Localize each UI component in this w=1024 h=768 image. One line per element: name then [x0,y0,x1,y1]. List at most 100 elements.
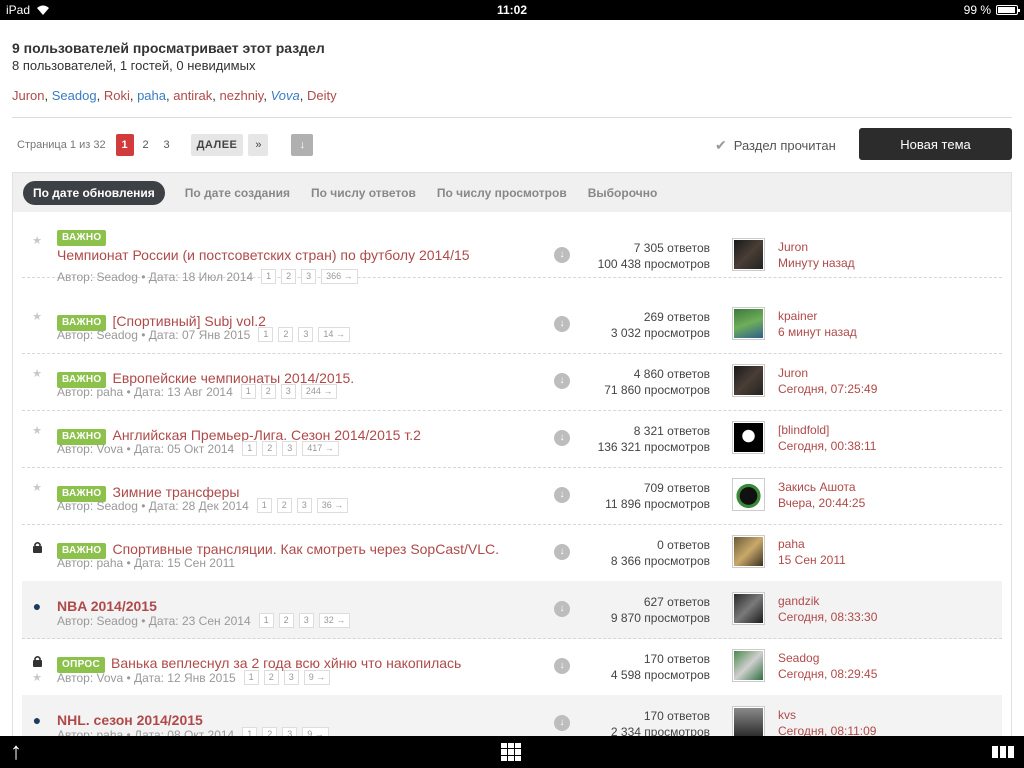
topic-page-link[interactable]: 1 [261,269,277,284]
last-post-time[interactable]: 6 минут назад [778,324,857,340]
page-button-2[interactable]: 2 [137,134,155,156]
avatar[interactable] [732,238,765,271]
topic-page-link[interactable]: 3 [298,613,314,628]
topic-page-link[interactable]: 1 [242,441,258,456]
jump-to-page-icon[interactable]: ↓ [291,134,314,156]
last-post-time[interactable]: Сегодня, 08:29:45 [778,666,877,682]
viewer-link[interactable]: Vova [271,88,300,103]
viewer-link[interactable]: Seadog [52,88,97,103]
topic-page-link[interactable]: 36 → [316,498,349,513]
avatar[interactable] [732,649,765,682]
jump-arrow-icon[interactable]: ↓ [554,247,570,263]
last-post-time[interactable]: Сегодня, 07:25:49 [778,381,877,397]
viewer-link[interactable]: Juron [12,88,45,103]
last-poster[interactable]: Seadog [778,650,877,666]
tab-sort-replies[interactable]: По числу ответов [311,186,416,200]
star-icon[interactable]: ★ [30,310,44,323]
jump-arrow-icon[interactable]: ↓ [554,373,570,389]
avatar[interactable] [732,535,765,568]
jump-arrow-icon[interactable]: ↓ [554,601,570,617]
topic-row[interactable]: ★ ВАЖНО [Спортивный] Subj vol.2 Автор: Se… [22,296,1002,354]
tabs-icon[interactable] [992,746,1014,758]
last-post-time[interactable]: Сегодня, 08:11:09 [778,723,876,736]
scroll-top-icon[interactable]: ↑ [10,738,22,766]
topic-row[interactable]: ● NBA 2014/2015 Автор: Seadog • Дата: 23… [22,581,1002,639]
topic-page-link[interactable]: 2 [262,727,278,736]
topic-page-link[interactable]: 1 [258,613,274,628]
topic-row[interactable]: ★ ВАЖНО Английская Премьер-Лига. Сезон 20… [22,410,1002,468]
topic-page-link[interactable]: 2 [278,613,294,628]
page-button-3[interactable]: 3 [158,134,176,156]
star-icon[interactable]: ★ [30,481,44,494]
last-post-time[interactable]: Вчера, 20:44:25 [778,495,865,511]
new-topic-button[interactable]: Новая тема [859,128,1012,160]
topic-page-link[interactable]: 1 [258,327,274,342]
topic-page-link[interactable]: 2 [260,384,276,399]
star-icon[interactable]: ★ [30,671,44,684]
viewer-link[interactable]: antirak [173,88,212,103]
topic-title[interactable]: NHL. сезон 2014/2015 [57,712,203,728]
tab-sort-custom[interactable]: Выборочно [588,186,658,200]
page-button-1[interactable]: 1 [115,134,134,156]
jump-arrow-icon[interactable]: ↓ [554,715,570,731]
topic-title[interactable]: Спортивные трансляции. Как смотреть чере… [112,541,499,557]
topic-page-link[interactable]: 2 [278,327,294,342]
star-icon[interactable]: ★ [30,234,44,247]
last-post-time[interactable]: Сегодня, 08:33:30 [778,609,877,625]
topic-page-link[interactable]: 9 → [302,727,329,736]
topic-page-link[interactable]: 3 [282,727,298,736]
topic-row[interactable]: ★ ВАЖНО Зимние трансферы Автор: Seadog • … [22,467,1002,525]
last-post-time[interactable]: 15 Сен 2011 [778,552,846,568]
viewer-link[interactable]: nezhniy [220,88,264,103]
avatar[interactable] [732,307,765,340]
last-poster[interactable]: [blindfold] [778,422,876,438]
last-poster[interactable]: kpainer [778,308,857,324]
topic-row[interactable]: ★ ВАЖНО Европейские чемпионаты 2014/2015.… [22,353,1002,411]
avatar[interactable] [732,592,765,625]
topic-title[interactable]: NBA 2014/2015 [57,598,157,614]
next-page-button[interactable]: ДАЛЕЕ [190,134,244,156]
mark-read-link[interactable]: ✔ Раздел прочитан [715,137,836,154]
topic-page-link[interactable]: 417 → [302,441,339,456]
topic-page-link[interactable]: 32 → [318,613,351,628]
topic-row[interactable]: ВАЖНО Спортивные трансляции. Как смотреть… [22,524,1002,582]
topic-page-link[interactable]: 3 [282,441,298,456]
viewer-link[interactable]: paha [137,88,166,103]
last-post-time[interactable]: Минуту назад [778,255,855,271]
star-icon[interactable]: ★ [30,367,44,380]
topic-page-link[interactable]: 1 [242,727,258,736]
avatar[interactable] [732,478,765,511]
topic-page-link[interactable]: 1 [240,384,256,399]
topic-page-link[interactable]: 2 [262,441,278,456]
jump-arrow-icon[interactable]: ↓ [554,658,570,674]
topic-row[interactable]: ★ ВАЖНО Чемпионат России (и постсоветски… [22,220,1002,284]
jump-arrow-icon[interactable]: ↓ [554,487,570,503]
topic-page-link[interactable]: 9 → [303,670,331,685]
topic-title[interactable]: Чемпионат России (и постсоветских стран)… [57,247,470,263]
last-poster[interactable]: kvs [778,707,876,723]
tab-sort-updated[interactable]: По дате обновления [23,180,165,205]
topic-title[interactable]: Ванька веплеснул за 2 года всю хйню что … [111,655,461,671]
apps-grid-icon[interactable] [501,743,521,761]
tab-sort-views[interactable]: По числу просмотров [437,186,567,200]
topic-page-link[interactable]: 2 [281,269,297,284]
tab-sort-created[interactable]: По дате создания [185,186,290,200]
topic-page-link[interactable]: 3 [296,498,312,513]
topic-page-link[interactable]: 3 [301,269,317,284]
last-poster[interactable]: Juron [778,365,877,381]
last-post-time[interactable]: Сегодня, 00:38:11 [778,438,876,454]
topic-page-link[interactable]: 1 [256,498,272,513]
last-poster[interactable]: gandzik [778,593,877,609]
last-poster[interactable]: paha [778,536,846,552]
avatar[interactable] [732,364,765,397]
viewer-link[interactable]: Roki [104,88,130,103]
last-poster[interactable]: Закись Ашота [778,479,865,495]
jump-arrow-icon[interactable]: ↓ [554,316,570,332]
avatar[interactable] [732,421,765,454]
topic-page-link[interactable]: 2 [263,670,279,685]
topic-page-link[interactable]: 14 → [318,327,350,342]
jump-arrow-icon[interactable]: ↓ [554,430,570,446]
star-icon[interactable]: ★ [30,424,44,437]
viewer-link[interactable]: Deity [307,88,337,103]
topic-page-link[interactable]: 2 [276,498,292,513]
